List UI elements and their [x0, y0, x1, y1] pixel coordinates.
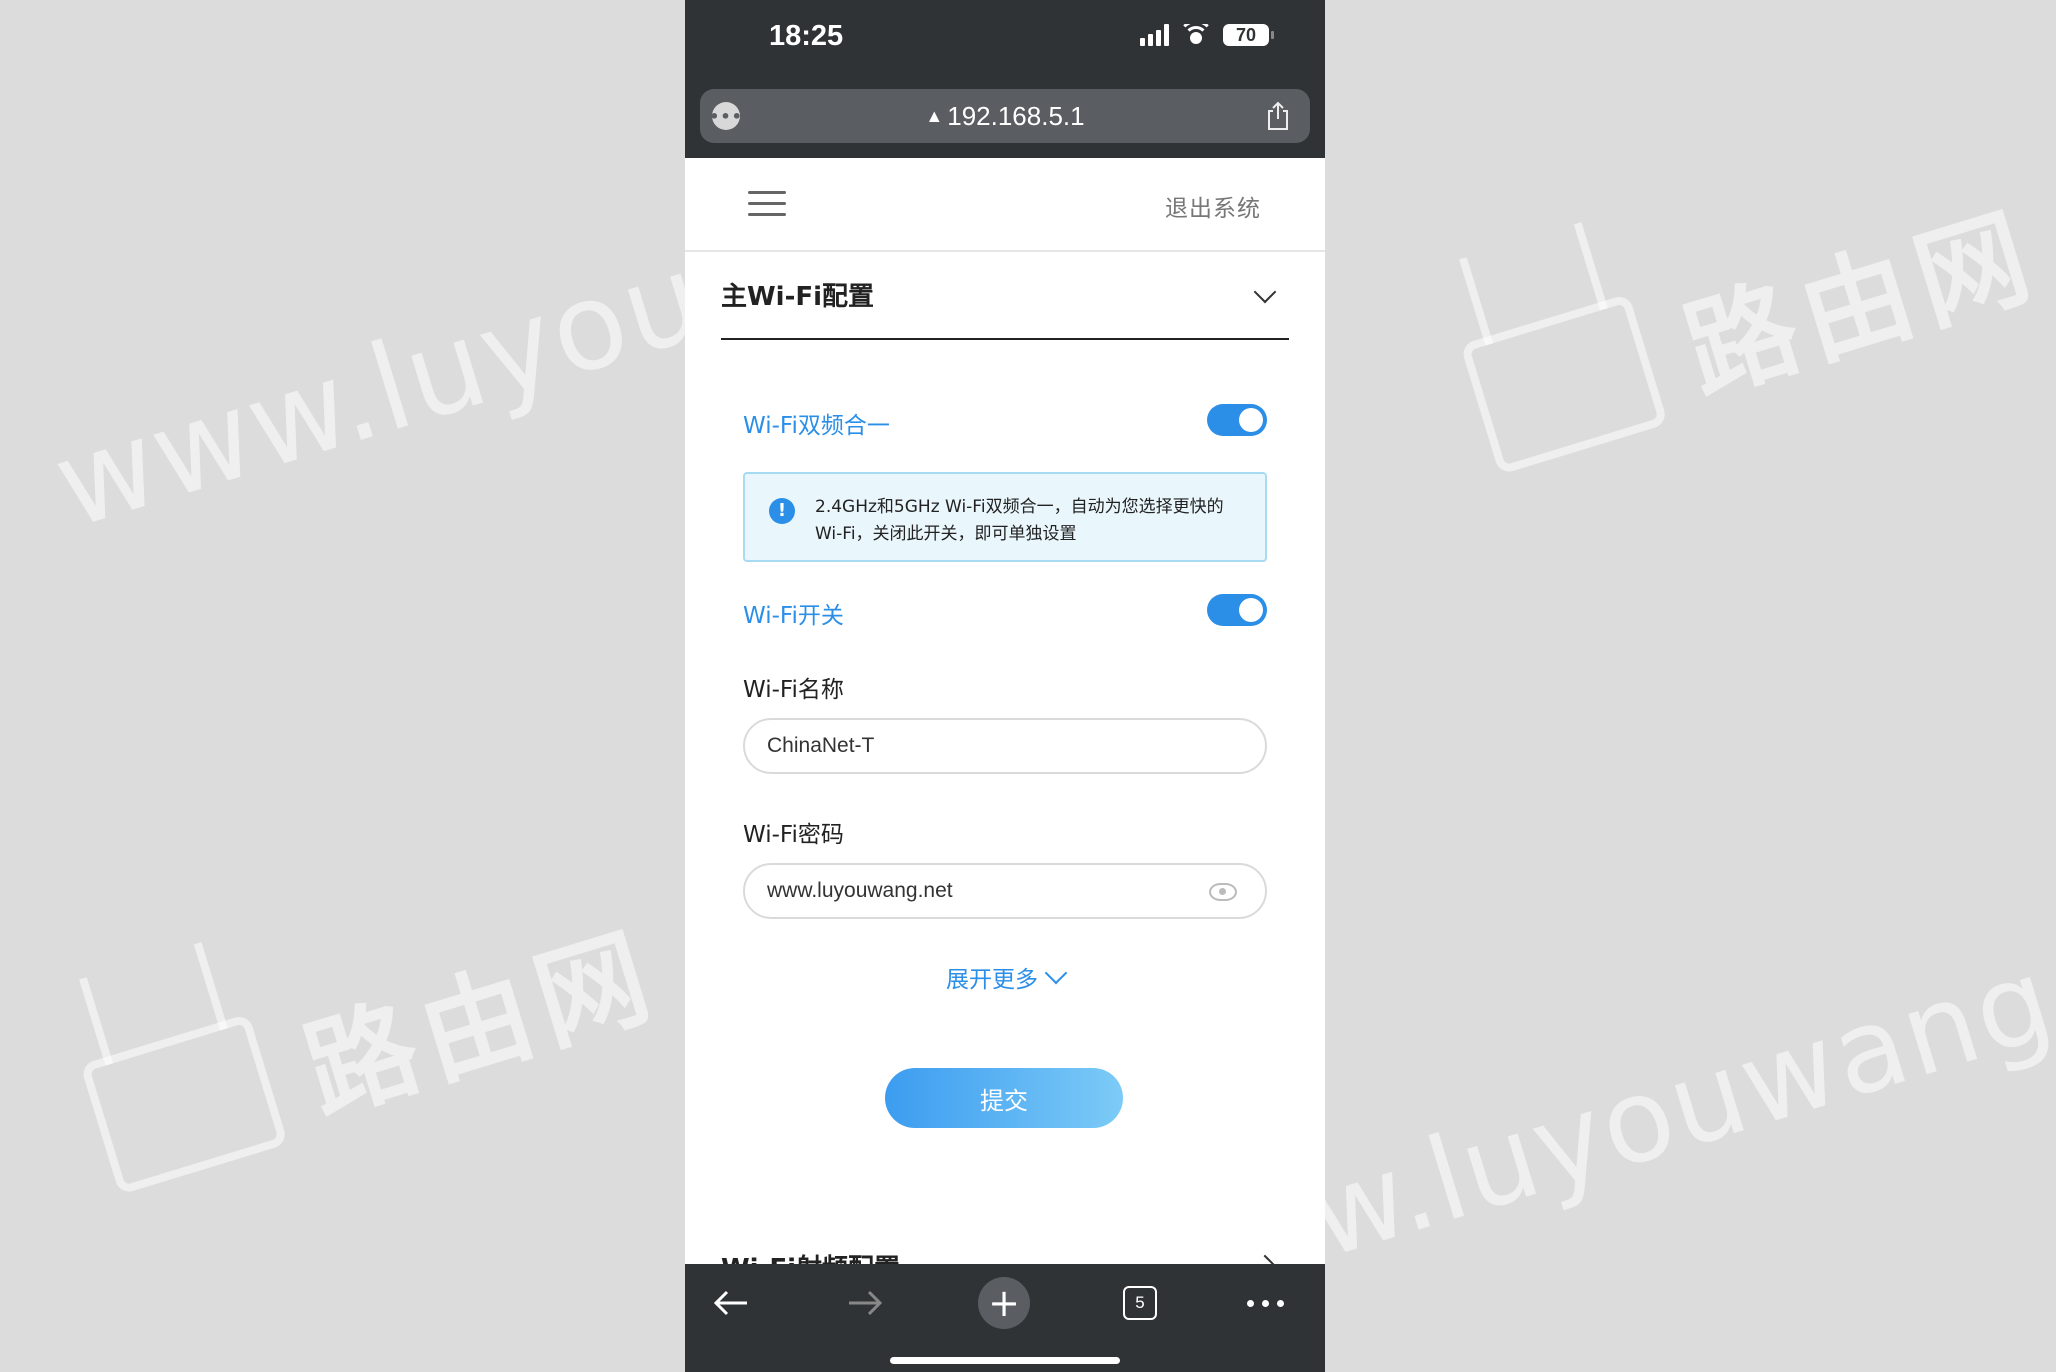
arrow-left-icon [713, 1290, 747, 1316]
arrow-right-icon [849, 1290, 883, 1316]
address-bar[interactable]: ••• ▲ 192.168.5.1 [700, 89, 1310, 143]
more-options-icon[interactable] [1235, 1278, 1295, 1328]
status-icons: 70 [1140, 24, 1274, 46]
router-watermark-icon [1460, 293, 1669, 476]
info-icon: ! [769, 498, 795, 524]
wifi-password-label: Wi-Fi密码 [743, 822, 844, 848]
status-bar: 18:25 70 [685, 0, 1325, 80]
toggle-knob [1239, 598, 1263, 622]
wifi-signal-icon [1181, 24, 1211, 46]
chevron-down-icon [1044, 961, 1068, 985]
phone-screen: 18:25 70 ••• ▲ 192.168.5.1 退出系统 主Wi-Fi配置… [685, 0, 1325, 1372]
plus-icon: + [978, 1277, 1030, 1329]
watermark-logo: 路由网 [1457, 165, 2055, 486]
watermark-brand: 路由网 [1670, 189, 2053, 418]
url-text: 192.168.5.1 [947, 100, 1085, 131]
menu-icon[interactable] [748, 191, 786, 217]
battery-icon: 70 [1223, 24, 1274, 46]
expand-more-link[interactable]: 展开更多 [685, 960, 1325, 994]
tabs-button[interactable]: 5 [1110, 1278, 1170, 1328]
tab-count: 5 [1123, 1286, 1157, 1320]
watermark-brand: 路由网 [290, 909, 673, 1138]
forward-button[interactable] [835, 1278, 895, 1328]
wifi-name-input[interactable]: ChinaNet-T [743, 718, 1267, 774]
wifi-password-input[interactable]: www.luyouwang.net [743, 863, 1267, 919]
eye-icon[interactable] [1209, 883, 1237, 901]
home-indicator [890, 1357, 1120, 1364]
info-notice: ! 2.4GHz和5GHz Wi-Fi双频合一，自动为您选择更快的Wi-Fi，关… [743, 472, 1267, 562]
dual-band-label: Wi-Fi双频合一 [743, 413, 890, 439]
chevron-down-icon[interactable] [1253, 280, 1277, 304]
url-display[interactable]: ▲ 192.168.5.1 [925, 101, 1084, 132]
wifi-switch-toggle[interactable] [1207, 594, 1267, 626]
new-tab-button[interactable]: + [974, 1277, 1034, 1329]
wifi-password-value: www.luyouwang.net [767, 879, 953, 902]
wifi-switch-label: Wi-Fi开关 [743, 603, 844, 629]
section-title: 主Wi-Fi配置 [721, 282, 875, 312]
not-secure-icon: ▲ [925, 105, 944, 126]
wifi-name-value: ChinaNet-T [767, 734, 875, 757]
expand-more-label: 展开更多 [946, 967, 1038, 993]
watermark-logo: 路由网 [77, 885, 675, 1206]
share-icon[interactable] [1264, 101, 1292, 131]
browser-bottom-bar: + 5 [685, 1264, 1325, 1372]
wifi-name-label: Wi-Fi名称 [743, 677, 844, 703]
info-text: 2.4GHz和5GHz Wi-Fi双频合一，自动为您选择更快的Wi-Fi，关闭此… [815, 497, 1224, 544]
toggle-knob [1239, 408, 1263, 432]
status-time: 18:25 [769, 20, 844, 52]
section-header-main-wifi[interactable]: 主Wi-Fi配置 [721, 276, 1289, 340]
dual-band-toggle[interactable] [1207, 404, 1267, 436]
page-menu-icon[interactable]: ••• [709, 102, 742, 130]
cellular-signal-icon [1140, 24, 1169, 46]
logout-link[interactable]: 退出系统 [1165, 189, 1261, 223]
app-header: 退出系统 [685, 158, 1325, 252]
submit-button[interactable]: 提交 [885, 1068, 1123, 1128]
back-button[interactable] [701, 1278, 761, 1328]
router-watermark-icon [80, 1013, 289, 1196]
browser-toolbar: ••• ▲ 192.168.5.1 [685, 80, 1325, 158]
